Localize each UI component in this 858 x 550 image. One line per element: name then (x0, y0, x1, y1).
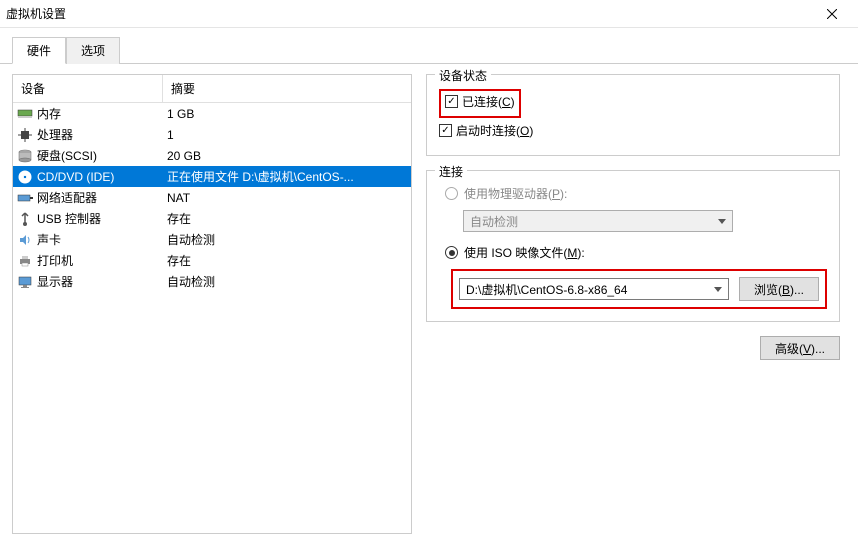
device-row-printer[interactable]: 打印机 存在 (13, 250, 411, 271)
combo-iso-value: D:\虚拟机\CentOS-6.8-x86_64 (466, 281, 627, 298)
device-list-panel: 设备 摘要 内存 1 GB 处理器 1 硬盘(SCSI) 20 GB CD/DVD (IDE… (12, 74, 412, 534)
legend-connection: 连接 (435, 163, 467, 180)
cd-icon (17, 170, 33, 184)
device-summary: 1 GB (163, 107, 411, 121)
combo-physical-value: 自动检测 (470, 213, 518, 230)
device-name-cell: CD/DVD (IDE) (13, 170, 163, 184)
device-name: 网络适配器 (37, 189, 97, 206)
device-name-cell: 网络适配器 (13, 189, 163, 206)
radio-physical-visual (445, 187, 458, 200)
radio-iso-visual (445, 246, 458, 259)
memory-icon (17, 107, 33, 121)
device-summary: 自动检测 (163, 231, 411, 248)
device-name-cell: 打印机 (13, 252, 163, 269)
device-row-sound[interactable]: 声卡 自动检测 (13, 229, 411, 250)
device-name: 处理器 (37, 126, 73, 143)
highlight-connected: ✓ 已连接(C) (439, 89, 521, 118)
header-device[interactable]: 设备 (13, 75, 163, 102)
fieldset-connection: 连接 使用物理驱动器(P): 自动检测 使用 ISO 映像文件(M): D:\虚… (426, 170, 840, 322)
device-summary: 存在 (163, 252, 411, 269)
device-summary: 存在 (163, 210, 411, 227)
display-icon (17, 275, 33, 289)
checkbox-connected-box: ✓ (445, 95, 458, 108)
cpu-icon (17, 128, 33, 142)
device-name: CD/DVD (IDE) (37, 170, 114, 184)
checkbox-poweron-label: 启动时连接(O) (456, 122, 533, 139)
highlight-iso-row: D:\虚拟机\CentOS-6.8-x86_64 浏览(B)... (451, 269, 827, 309)
device-name-cell: 声卡 (13, 231, 163, 248)
fieldset-device-status: 设备状态 ✓ 已连接(C) ✓ 启动时连接(O) (426, 74, 840, 156)
device-summary: 自动检测 (163, 273, 411, 290)
table-header: 设备 摘要 (13, 75, 411, 103)
device-summary: 1 (163, 128, 411, 142)
titlebar: 虚拟机设置 (0, 0, 858, 28)
device-row-memory[interactable]: 内存 1 GB (13, 103, 411, 124)
device-name-cell: 硬盘(SCSI) (13, 147, 163, 164)
device-row-net[interactable]: 网络适配器 NAT (13, 187, 411, 208)
close-icon (827, 9, 837, 19)
device-row-cd[interactable]: CD/DVD (IDE) 正在使用文件 D:\虚拟机\CentOS-... (13, 166, 411, 187)
tab-hardware[interactable]: 硬件 (12, 37, 66, 64)
combo-physical-drive[interactable]: 自动检测 (463, 210, 733, 232)
device-name: 声卡 (37, 231, 61, 248)
device-row-cpu[interactable]: 处理器 1 (13, 124, 411, 145)
device-row-disk[interactable]: 硬盘(SCSI) 20 GB (13, 145, 411, 166)
device-name: USB 控制器 (37, 210, 101, 227)
net-icon (17, 191, 33, 205)
legend-device-status: 设备状态 (435, 67, 491, 84)
radio-iso-label: 使用 ISO 映像文件(M): (464, 244, 585, 261)
device-name-cell: 显示器 (13, 273, 163, 290)
device-name: 打印机 (37, 252, 73, 269)
device-name-cell: USB 控制器 (13, 210, 163, 227)
settings-panel: 设备状态 ✓ 已连接(C) ✓ 启动时连接(O) 连接 使用物理驱动器(P): … (420, 74, 846, 534)
device-row-usb[interactable]: USB 控制器 存在 (13, 208, 411, 229)
device-table: 设备 摘要 内存 1 GB 处理器 1 硬盘(SCSI) 20 GB CD/DVD (IDE… (13, 75, 411, 292)
tab-options[interactable]: 选项 (66, 37, 120, 64)
checkbox-connected[interactable]: ✓ 已连接(C) (445, 93, 515, 110)
browse-button[interactable]: 浏览(B)... (739, 277, 819, 301)
advanced-row: 高级(V)... (426, 336, 840, 360)
device-name: 硬盘(SCSI) (37, 147, 97, 164)
combo-iso-path[interactable]: D:\虚拟机\CentOS-6.8-x86_64 (459, 278, 729, 300)
device-name-cell: 内存 (13, 105, 163, 122)
device-summary: 20 GB (163, 149, 411, 163)
device-summary: 正在使用文件 D:\虚拟机\CentOS-... (163, 168, 411, 185)
checkbox-connect-poweron[interactable]: ✓ 启动时连接(O) (439, 122, 827, 139)
window-title: 虚拟机设置 (6, 5, 812, 22)
sound-icon (17, 233, 33, 247)
radio-physical-drive[interactable]: 使用物理驱动器(P): (439, 185, 827, 202)
device-summary: NAT (163, 191, 411, 205)
tabs: 硬件 选项 (0, 28, 858, 64)
disk-icon (17, 149, 33, 163)
usb-icon (17, 212, 33, 226)
advanced-button[interactable]: 高级(V)... (760, 336, 840, 360)
device-name: 显示器 (37, 273, 73, 290)
radio-physical-label: 使用物理驱动器(P): (464, 185, 567, 202)
radio-iso-file[interactable]: 使用 ISO 映像文件(M): (439, 244, 827, 261)
device-name-cell: 处理器 (13, 126, 163, 143)
checkbox-connected-label: 已连接(C) (462, 93, 515, 110)
close-button[interactable] (812, 0, 852, 28)
header-summary[interactable]: 摘要 (163, 75, 411, 102)
printer-icon (17, 254, 33, 268)
device-name: 内存 (37, 105, 61, 122)
content: 设备 摘要 内存 1 GB 处理器 1 硬盘(SCSI) 20 GB CD/DVD (IDE… (0, 64, 858, 544)
device-row-display[interactable]: 显示器 自动检测 (13, 271, 411, 292)
checkbox-poweron-box: ✓ (439, 124, 452, 137)
